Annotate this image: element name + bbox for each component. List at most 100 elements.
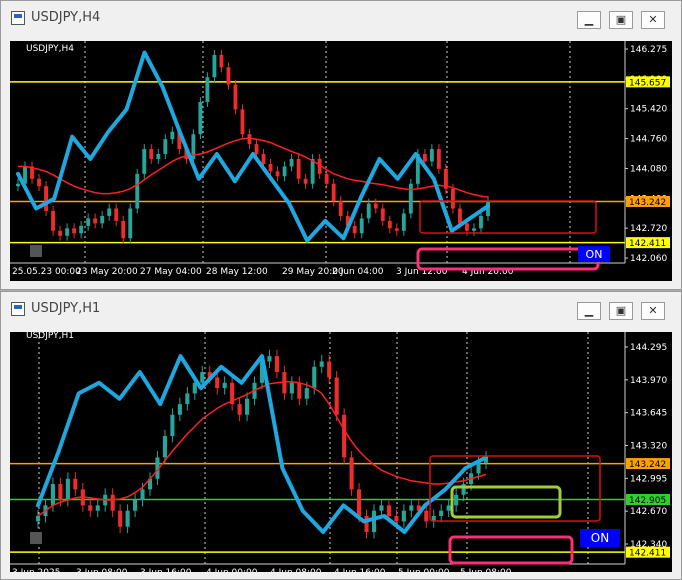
price-tick-label: 142.720 [630, 224, 667, 234]
candle [450, 188, 455, 209]
candle [267, 356, 272, 362]
window-titlebar[interactable]: USDJPY,H1 ▁ ▣ ✕ [1, 292, 681, 332]
candle [422, 154, 427, 162]
candle [472, 228, 476, 231]
highlight-box-time [448, 535, 574, 565]
price-chart[interactable]: 146.275146.100145.420144.760144.080143.4… [10, 41, 672, 281]
chart-window-icon [11, 302, 25, 316]
candle [233, 84, 238, 110]
candle [296, 158, 301, 179]
candle [237, 404, 242, 415]
symbol-label: USDJPY,H4 [26, 44, 74, 54]
time-tick-label: 23 May 20:00 [76, 267, 138, 277]
candle [86, 218, 91, 226]
window-titlebar[interactable]: USDJPY,H4 ▁ ▣ ✕ [1, 1, 681, 41]
candle [319, 361, 324, 367]
candle [324, 173, 329, 184]
chart-area[interactable]: 146.275146.100145.420144.760144.080143.4… [10, 41, 672, 281]
price-tick-label: 143.645 [630, 409, 667, 419]
candle [37, 178, 41, 187]
candle [170, 131, 175, 140]
candle [212, 54, 217, 78]
candle [282, 372, 287, 394]
price-level-label: 145.657 [629, 78, 666, 88]
crosshair-marker [30, 245, 42, 257]
price-chart[interactable]: 144.295 143.970 143.645 143.320 142.995 142.6… [10, 332, 672, 572]
candle [436, 149, 441, 169]
time-tick-label: 25.05.23 00:00 [12, 267, 81, 277]
candle [162, 436, 167, 458]
candle [118, 510, 123, 527]
candle [327, 361, 332, 378]
candle [342, 414, 347, 458]
chart-window-h1[interactable]: USDJPY,H1 ▁ ▣ ✕ 144.295 143.970 143.645 143… [0, 291, 682, 580]
candle [373, 203, 378, 209]
candle [65, 228, 70, 236]
candle [72, 228, 77, 234]
candle [142, 149, 147, 174]
candle [50, 484, 55, 506]
maximize-button[interactable]: ▣ [609, 302, 633, 320]
candle [338, 201, 343, 216]
candle [58, 484, 63, 501]
candle [185, 393, 190, 405]
candle [254, 144, 259, 155]
candle [401, 213, 406, 231]
candle [401, 510, 406, 522]
candle [16, 183, 20, 187]
candle [274, 356, 279, 373]
close-button[interactable]: ✕ [641, 302, 665, 320]
time-tick-label: 5 Jun 00:00 [398, 568, 450, 572]
candle [149, 149, 154, 159]
candle [424, 510, 429, 522]
maximize-button[interactable]: ▣ [609, 11, 633, 29]
candle [394, 228, 399, 231]
candle [65, 478, 70, 501]
price-tick-label: 144.080 [630, 164, 667, 174]
time-tick-label: 28 May 12:00 [206, 267, 268, 277]
candle [479, 215, 483, 229]
highlight-box-target [450, 485, 562, 519]
time-tick-label: 3 Jun 16:00 [140, 568, 192, 572]
time-tick-label: 4 Jun 16:00 [334, 568, 386, 572]
price-tick-label: 142.995 [630, 474, 667, 484]
time-tick-label: 4 Jun 08:00 [270, 568, 322, 572]
candle [240, 109, 245, 135]
chart-window-h4[interactable]: USDJPY,H4 ▁ ▣ ✕ 146.275146.100145.420144… [0, 0, 682, 290]
window-title: USDJPY,H1 [31, 301, 101, 316]
candle [140, 489, 145, 501]
minimize-button[interactable]: ▁ [577, 302, 601, 320]
candle [454, 494, 459, 506]
candle [380, 208, 385, 221]
price-level-label: 143.242 [629, 460, 666, 470]
candle [268, 163, 273, 172]
on-button-label: ON [586, 248, 603, 261]
chart-area[interactable]: 144.295 143.970 143.645 143.320 142.995 142.6… [10, 332, 672, 572]
price-tick-label: 143.320 [630, 442, 667, 452]
candle [93, 218, 98, 224]
candle [95, 505, 100, 511]
price-tick-label: 145.420 [630, 105, 667, 115]
candle [198, 102, 203, 135]
price-tick-label: 142.670 [630, 507, 667, 517]
price-level-label: 142.411 [629, 549, 666, 559]
candle [331, 183, 336, 202]
candle [107, 208, 112, 216]
minimize-button[interactable]: ▁ [577, 11, 601, 29]
candle [429, 149, 434, 162]
candle [128, 208, 133, 239]
candle [133, 500, 138, 511]
candle [409, 505, 414, 511]
time-tick-label: 27 May 04:00 [140, 267, 202, 277]
close-button[interactable]: ✕ [641, 11, 665, 29]
time-tick-label: 3 Jun 2025 [12, 568, 60, 572]
time-tick-label: 5 Jun 08:00 [460, 568, 512, 572]
candle [387, 220, 392, 229]
candle [408, 183, 413, 214]
candle [44, 186, 48, 211]
price-level-label: 142.411 [629, 239, 666, 249]
price-tick-label: 144.295 [630, 343, 667, 353]
candle [215, 377, 220, 389]
candle [312, 366, 317, 389]
candle [135, 173, 140, 209]
